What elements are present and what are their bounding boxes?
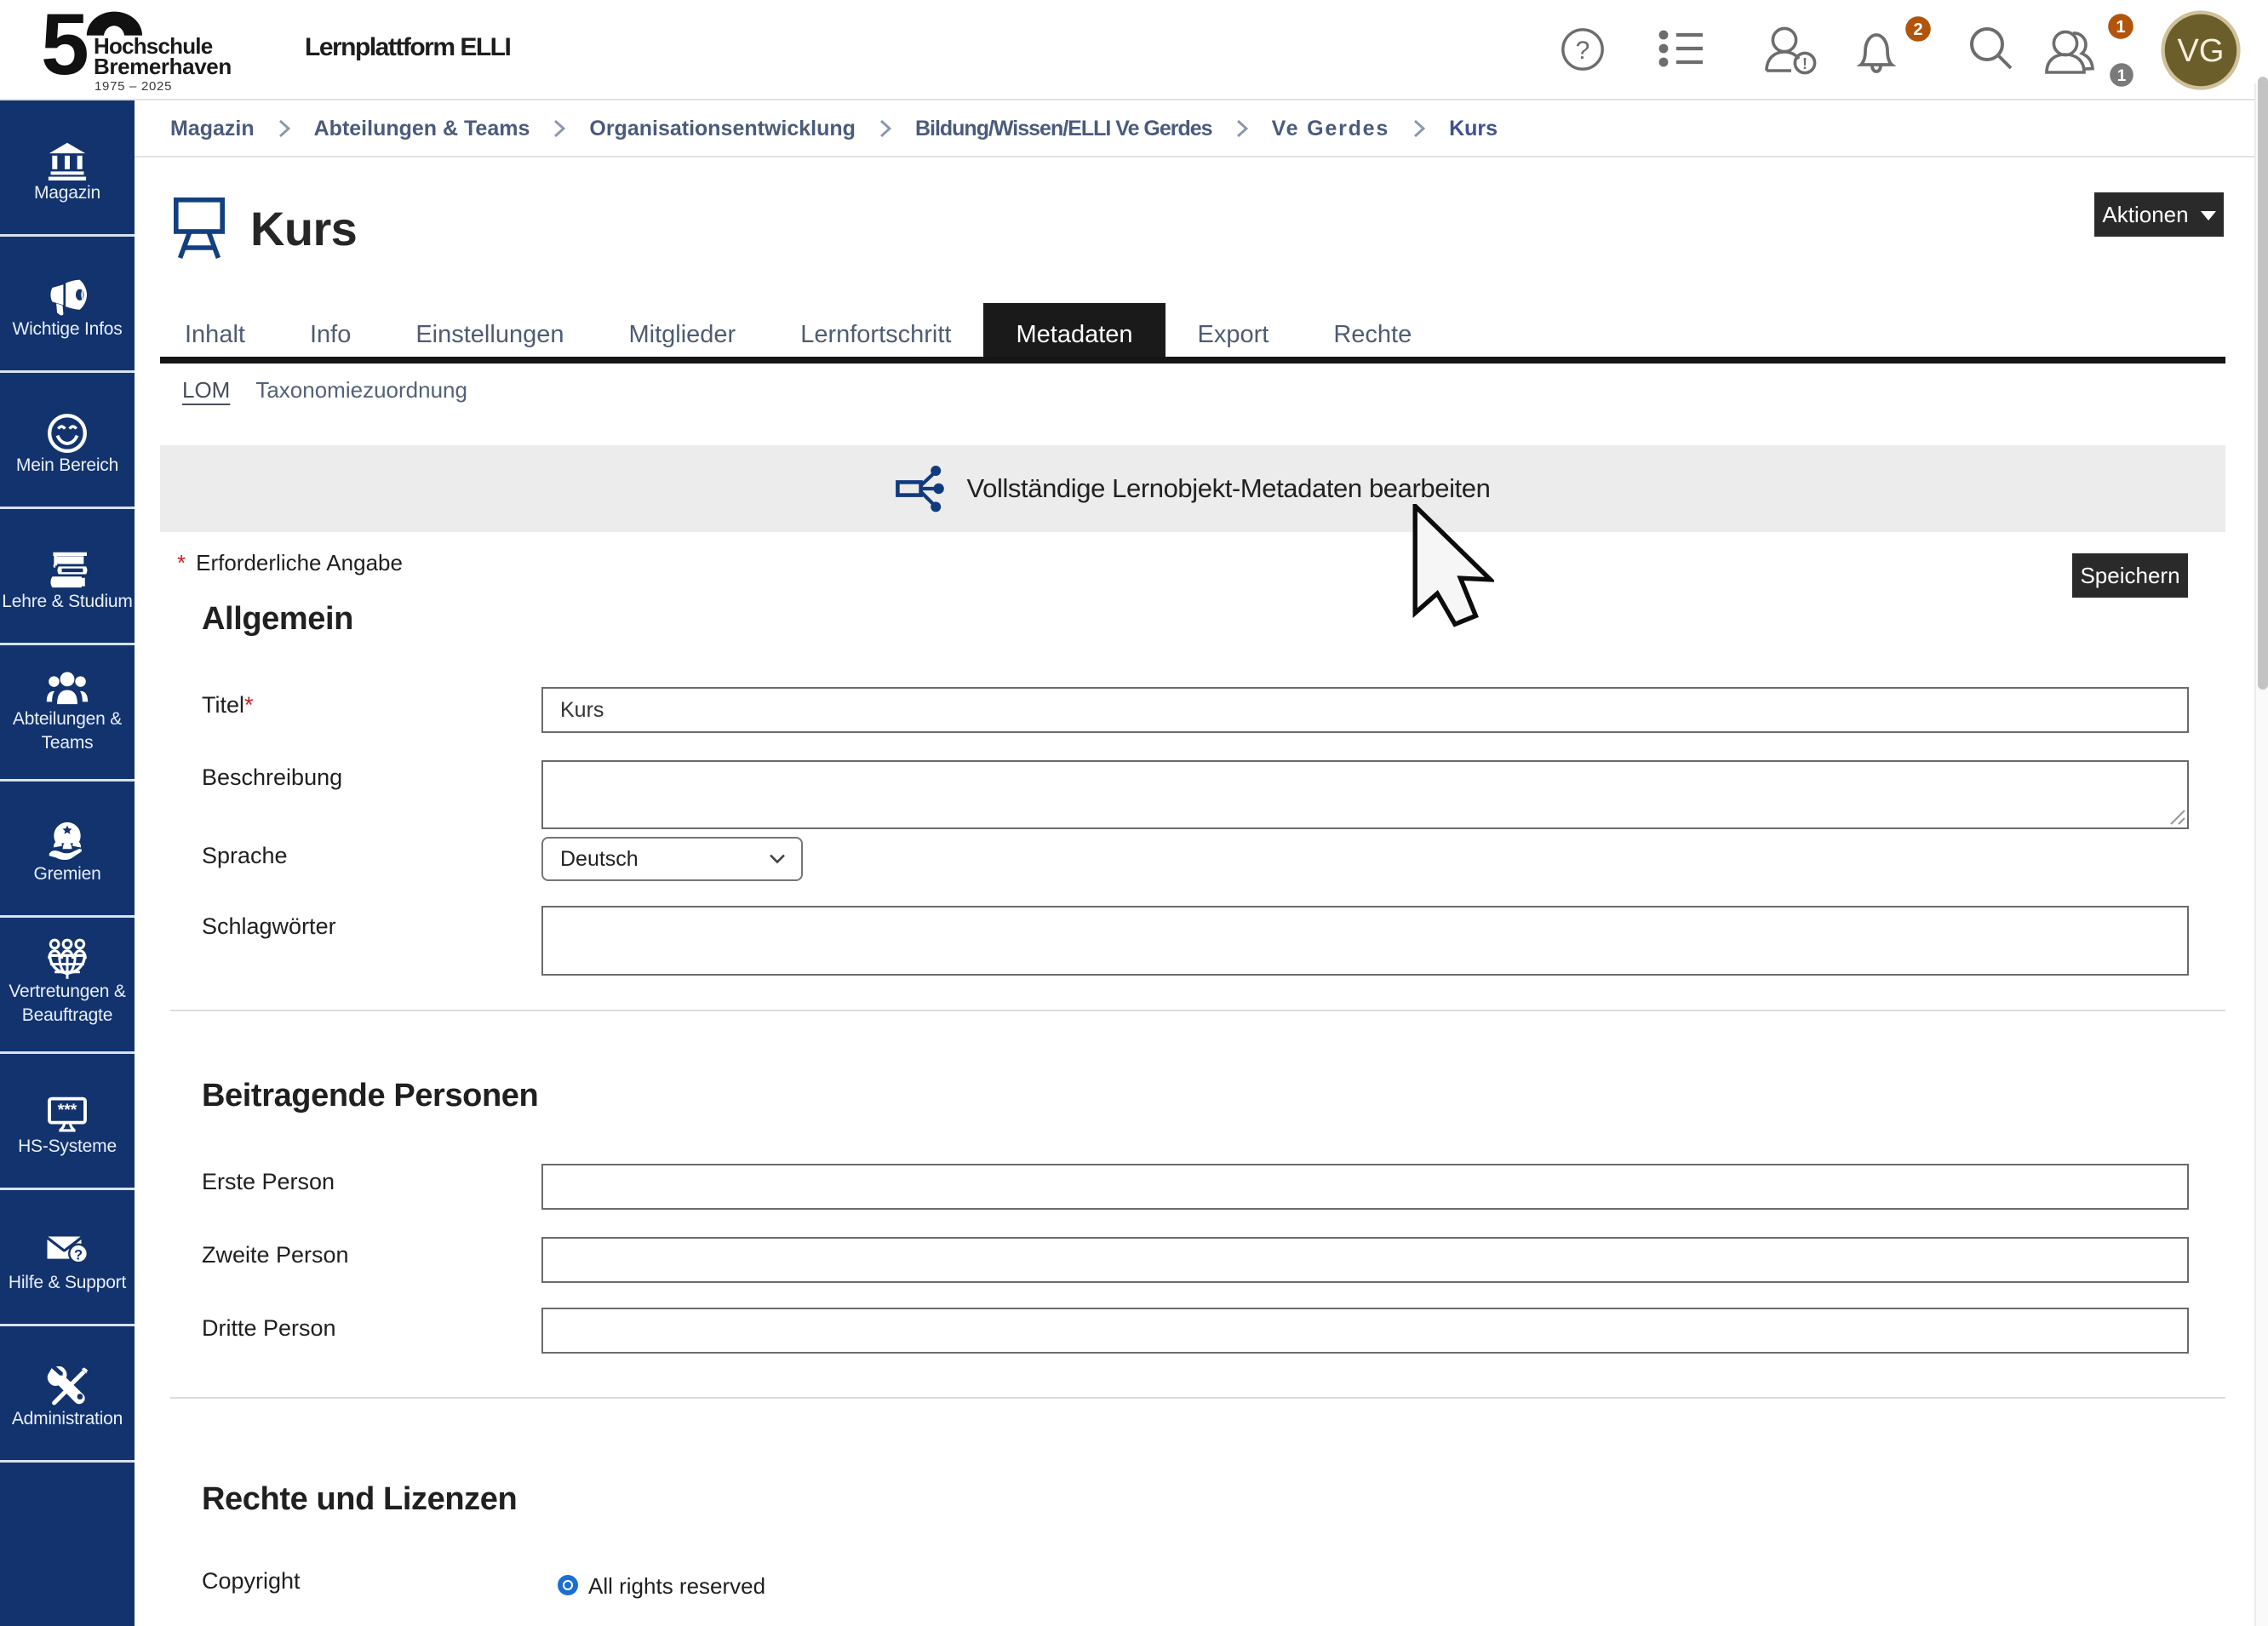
svg-text:1: 1 [2117, 67, 2127, 85]
svg-text:?: ? [1576, 37, 1590, 65]
svg-text:1: 1 [2116, 18, 2125, 37]
svg-text:?: ? [74, 1246, 83, 1262]
svg-text:2: 2 [1913, 20, 1922, 39]
svg-text:VG: VG [2178, 33, 2225, 69]
svg-text:!: ! [1802, 55, 1807, 72]
svg-text:***: *** [58, 1102, 77, 1119]
